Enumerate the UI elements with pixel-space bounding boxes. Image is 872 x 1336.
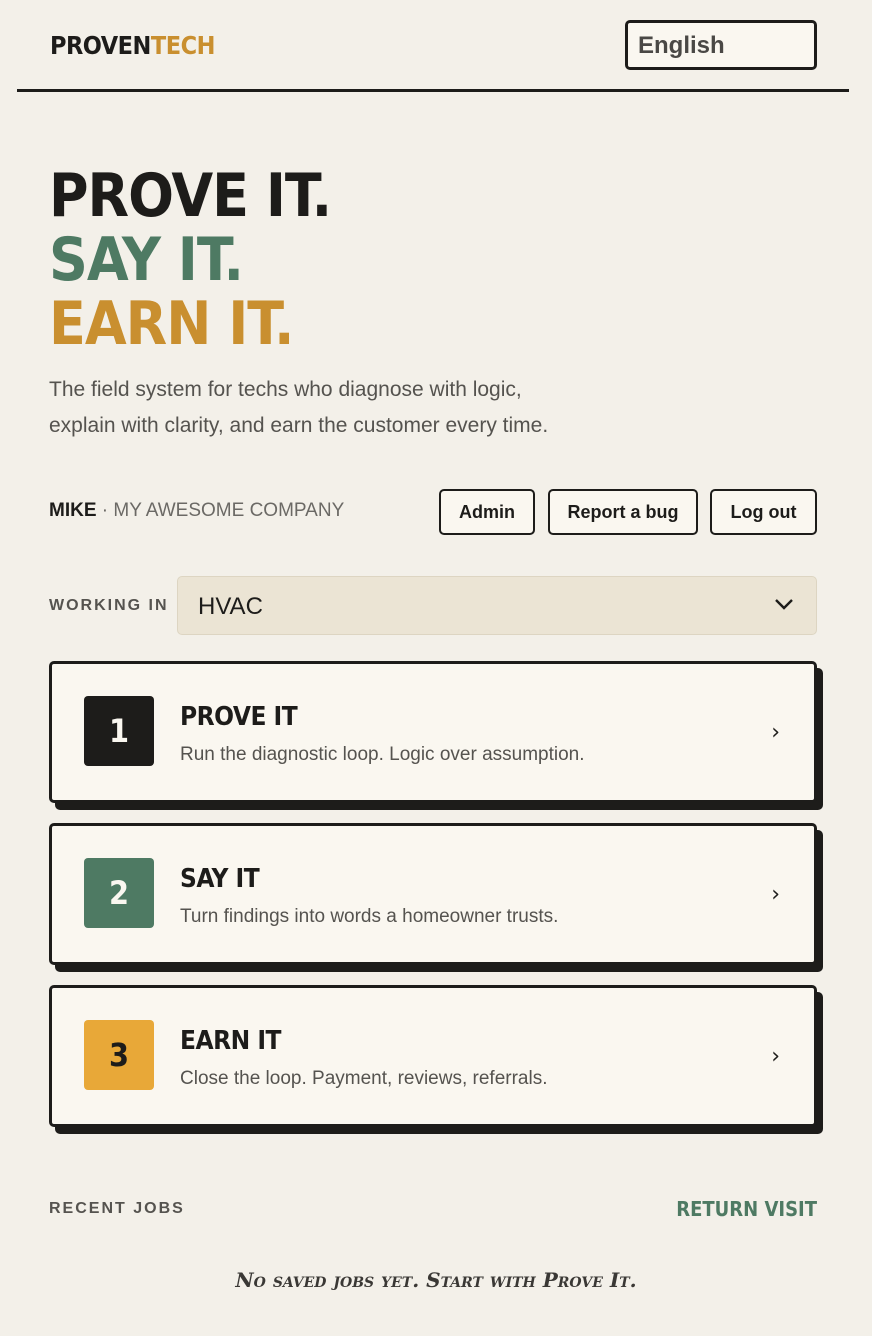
tagline-line-2: explain with clarity, and earn the custo… [49,414,549,437]
recent-jobs-heading: RECENT JOBS [49,1200,185,1217]
tagline-line-1: The field system for techs who diagnose … [49,378,522,401]
logout-button[interactable]: Log out [710,489,817,535]
logo[interactable]: PROVENTECH [50,31,215,60]
chevron-right-icon: › [771,882,780,907]
logo-proven: PROVEN [50,31,151,60]
working-in-label: WORKING IN [49,597,169,614]
headline-say: SAY IT. [49,225,244,295]
step-description: Turn findings into words a homeowner tru… [180,906,559,927]
language-select[interactable]: English [625,20,817,70]
admin-button[interactable]: Admin [439,489,535,535]
logo-tech: TECH [150,31,216,60]
user-info: MIKE · MY AWESOME COMPANY [49,500,344,522]
tagline: The field system for techs who diagnose … [49,372,649,444]
chevron-right-icon: › [771,720,780,745]
headline-prove: PROVE IT. [49,161,332,231]
return-visit-link[interactable]: RETURN VISIT [676,1197,817,1221]
step-number-badge: 3 [84,1020,154,1090]
step-description: Run the diagnostic loop. Logic over assu… [180,744,585,765]
step-card-prove-it[interactable]: 1 PROVE IT Run the diagnostic loop. Logi… [49,661,817,803]
step-description: Close the loop. Payment, reviews, referr… [180,1068,548,1089]
step-number-badge: 1 [84,696,154,766]
headline-earn: EARN IT. [49,289,294,359]
hero-headline: PROVE IT. SAY IT. EARN IT. [49,161,332,359]
step-title: SAY IT [180,864,260,894]
top-bar: PROVENTECH English [17,0,849,92]
company-name: MY AWESOME COMPANY [113,500,345,521]
step-card-earn-it[interactable]: 3 EARN IT Close the loop. Payment, revie… [49,985,817,1127]
trade-select-value: HVAC [198,593,263,620]
trade-select[interactable]: HVAC [177,576,817,635]
report-bug-button[interactable]: Report a bug [548,489,698,535]
user-name: MIKE [49,500,97,521]
chevron-right-icon: › [771,1044,780,1069]
empty-state-message: No saved jobs yet. Start with Prove It. [235,1268,637,1292]
user-separator: · [96,500,114,521]
chevron-down-icon [775,599,793,610]
step-card-say-it[interactable]: 2 SAY IT Turn findings into words a home… [49,823,817,965]
step-title: PROVE IT [180,702,298,732]
step-title: EARN IT [180,1026,281,1056]
step-number-badge: 2 [84,858,154,928]
